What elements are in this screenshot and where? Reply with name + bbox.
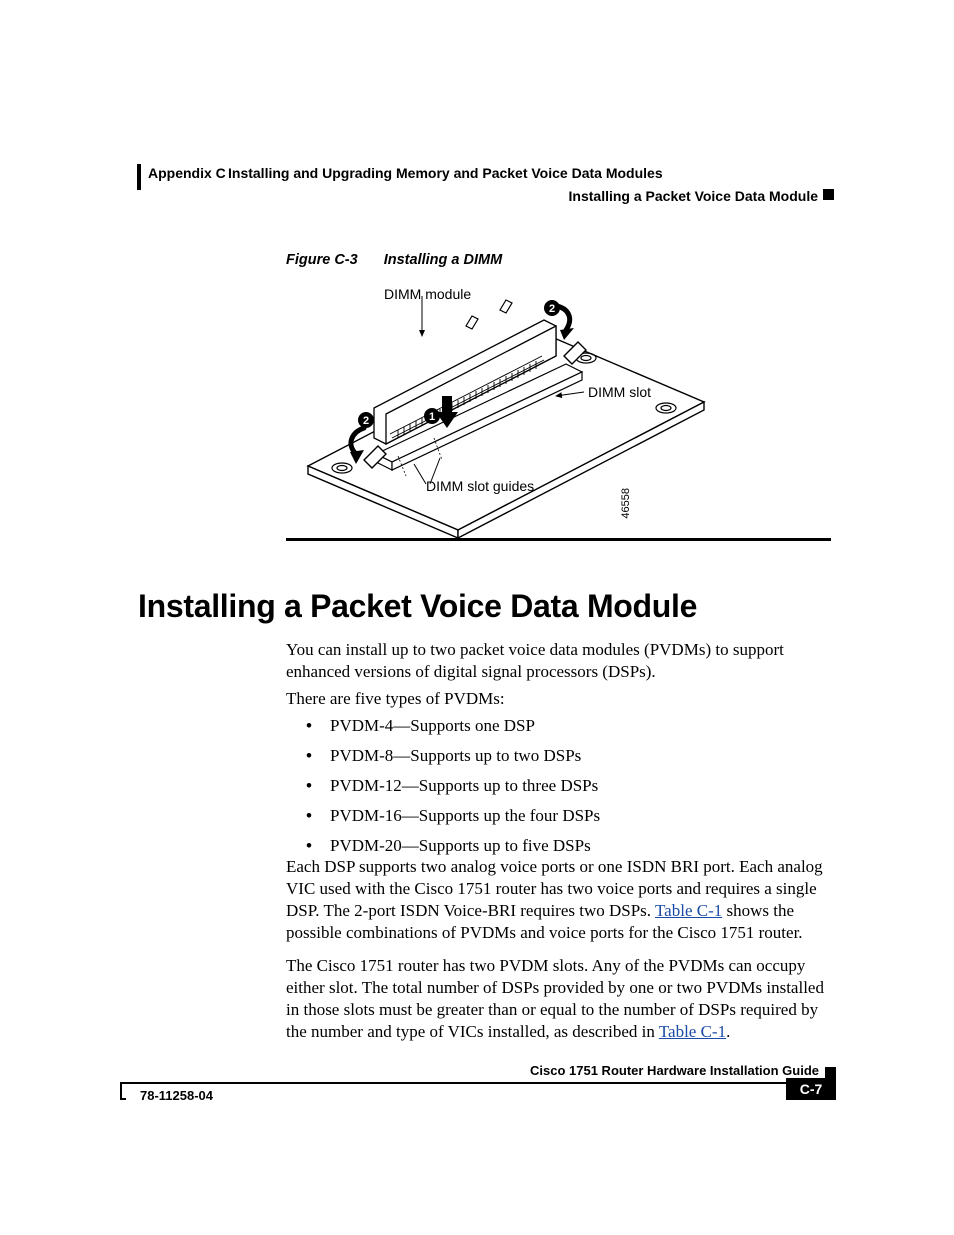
figure-label-dimm-slot-guides: DIMM slot guides xyxy=(426,478,534,494)
list-item: PVDM-12—Supports up to three DSPs xyxy=(306,776,826,796)
svg-text:1: 1 xyxy=(429,411,435,423)
footer-page-number: C-7 xyxy=(786,1078,836,1100)
list-item: PVDM-16—Supports up the four DSPs xyxy=(306,806,826,826)
footer-corner xyxy=(120,1082,126,1100)
section-divider xyxy=(286,538,831,541)
paragraph-3: Each DSP supports two analog voice ports… xyxy=(286,856,831,944)
footer-page-marker xyxy=(825,1067,836,1078)
pvdm-type-list: PVDM-4—Supports one DSP PVDM-8—Supports … xyxy=(306,716,826,866)
figure-caption: Figure C-3 Installing a DIMM xyxy=(286,252,502,268)
header-left-rule xyxy=(137,164,141,190)
figure-illustration: 1 2 2 xyxy=(286,278,716,538)
figure-dimm-install: 1 2 2 xyxy=(286,278,716,538)
header-appendix: Appendix C xyxy=(148,165,226,181)
footer-book-title: Cisco 1751 Router Hardware Installation … xyxy=(530,1063,819,1078)
svg-text:2: 2 xyxy=(549,303,555,315)
figure-id-number: 46558 xyxy=(620,488,632,519)
list-item: PVDM-4—Supports one DSP xyxy=(306,716,826,736)
figure-number: Figure C-3 xyxy=(286,252,358,268)
figure-title: Installing a DIMM xyxy=(384,252,502,268)
list-item: PVDM-8—Supports up to two DSPs xyxy=(306,746,826,766)
footer-doc-number: 78-11258-04 xyxy=(140,1088,213,1103)
link-table-c1[interactable]: Table C-1 xyxy=(655,901,722,920)
link-table-c1[interactable]: Table C-1 xyxy=(659,1022,726,1041)
paragraph-4: The Cisco 1751 router has two PVDM slots… xyxy=(286,955,831,1043)
heading-installing-pvdm: Installing a Packet Voice Data Module xyxy=(138,588,697,625)
svg-text:2: 2 xyxy=(363,415,369,427)
paragraph-4b: . xyxy=(726,1022,730,1041)
paragraph-4a: The Cisco 1751 router has two PVDM slots… xyxy=(286,956,824,1041)
header-square-marker xyxy=(823,189,834,200)
figure-label-dimm-module: DIMM module xyxy=(384,286,471,302)
list-item: PVDM-20—Supports up to five DSPs xyxy=(306,836,826,856)
paragraph-1: You can install up to two packet voice d… xyxy=(286,639,831,683)
figure-label-dimm-slot: DIMM slot xyxy=(588,384,651,400)
footer-rule xyxy=(120,1082,833,1084)
paragraph-2: There are five types of PVDMs: xyxy=(286,688,831,710)
header-chapter-title: Installing and Upgrading Memory and Pack… xyxy=(228,165,663,181)
header-section-title: Installing a Packet Voice Data Module xyxy=(569,188,818,204)
